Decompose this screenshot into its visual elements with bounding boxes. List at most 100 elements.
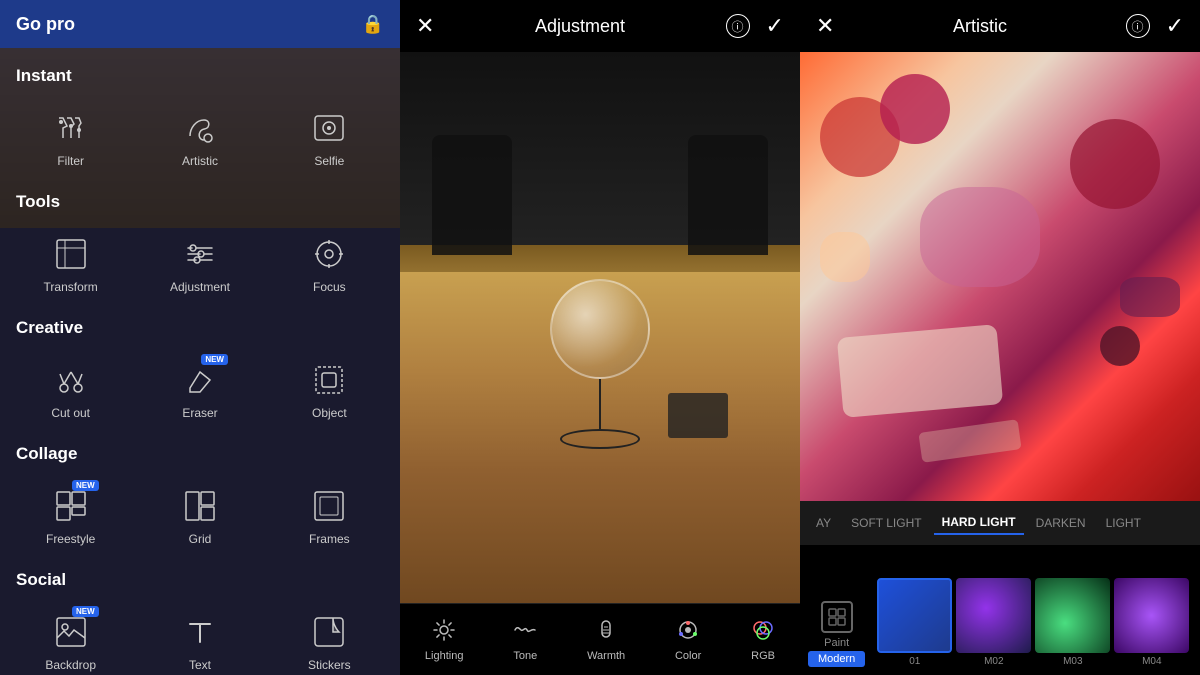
frames-tool[interactable]: Frames bbox=[267, 474, 392, 556]
transform-label: Transform bbox=[44, 280, 98, 294]
artistic-icon bbox=[182, 110, 218, 146]
focus-icon bbox=[311, 236, 347, 272]
tone-label: Tone bbox=[513, 650, 537, 662]
artistic-info-icon[interactable]: ⓘ bbox=[1126, 14, 1150, 38]
adjustment-info-icon[interactable]: ⓘ bbox=[726, 14, 750, 38]
instant-grid: Filter Artistic bbox=[0, 92, 400, 182]
stickers-icon bbox=[311, 614, 347, 650]
backdrop-tool[interactable]: NEW Backdrop bbox=[8, 600, 133, 675]
paint-stroke-3 bbox=[1070, 119, 1160, 209]
tone-tool[interactable]: Tone bbox=[505, 614, 545, 666]
artistic-tool[interactable]: Artistic bbox=[137, 96, 262, 178]
frames-icon bbox=[311, 488, 347, 524]
text-tool[interactable]: Text bbox=[137, 600, 262, 675]
artistic-close-icon[interactable]: ✕ bbox=[816, 13, 834, 39]
backdrop-new-badge: NEW bbox=[72, 606, 99, 617]
filter-m04-thumb bbox=[1114, 578, 1189, 653]
adjustment-close-icon[interactable]: ✕ bbox=[416, 13, 434, 39]
focus-icon-wrap bbox=[307, 232, 351, 276]
filter-label: Filter bbox=[57, 154, 84, 168]
grid-tool[interactable]: Grid bbox=[137, 474, 262, 556]
filter-m04[interactable]: M04 bbox=[1114, 578, 1189, 667]
warmth-label: Warmth bbox=[587, 650, 625, 662]
artistic-check-icon[interactable]: ✓ bbox=[1166, 13, 1184, 39]
warmth-tool[interactable]: Warmth bbox=[579, 614, 633, 666]
paint-category-label: Paint bbox=[824, 637, 849, 649]
left-panel: Go pro 🔒 Instant Filter bbox=[0, 0, 400, 675]
color-label: Color bbox=[675, 650, 701, 662]
frames-label: Frames bbox=[309, 532, 350, 546]
color-tool[interactable]: Color bbox=[667, 614, 709, 666]
focus-tool[interactable]: Focus bbox=[267, 222, 392, 304]
collage-section-label: Collage bbox=[0, 434, 400, 470]
artistic-icon-wrap bbox=[178, 106, 222, 150]
filter-m02[interactable]: M02 bbox=[956, 578, 1031, 667]
selfie-label: Selfie bbox=[314, 154, 344, 168]
freestyle-tool[interactable]: NEW Freestyle bbox=[8, 474, 133, 556]
artistic-header: ✕ Artistic ⓘ ✓ bbox=[800, 0, 1200, 52]
eraser-tool[interactable]: NEW Eraser bbox=[137, 348, 262, 430]
blend-darken[interactable]: DARKEN bbox=[1028, 512, 1094, 534]
adjustment-check-icon[interactable]: ✓ bbox=[766, 13, 784, 39]
lighting-icon bbox=[432, 618, 456, 648]
tools-section-label: Tools bbox=[0, 182, 400, 218]
rgb-icon bbox=[751, 618, 775, 648]
collage-grid: NEW Freestyle bbox=[0, 470, 400, 560]
object-tool[interactable]: Object bbox=[267, 348, 392, 430]
stickers-tool[interactable]: Stickers bbox=[267, 600, 392, 675]
stickers-label: Stickers bbox=[308, 658, 351, 672]
blend-toggle-icon[interactable] bbox=[821, 601, 853, 633]
text-icon bbox=[182, 614, 218, 650]
social-grid: NEW Backdrop Text bbox=[0, 596, 400, 675]
warmth-icon bbox=[594, 618, 618, 648]
rgb-tool[interactable]: RGB bbox=[743, 614, 783, 666]
globe-base bbox=[560, 429, 640, 449]
lighting-tool[interactable]: Lighting bbox=[417, 614, 472, 666]
filter-01[interactable]: 01 bbox=[877, 578, 952, 667]
paint-stroke-5 bbox=[837, 324, 1003, 418]
blend-hardlight[interactable]: HARD LIGHT bbox=[934, 511, 1024, 535]
text-label: Text bbox=[189, 658, 211, 672]
cutout-tool[interactable]: Cut out bbox=[8, 348, 133, 430]
adjustment-title: Adjustment bbox=[535, 16, 625, 37]
stickers-icon-wrap bbox=[307, 610, 351, 654]
blend-softlight[interactable]: SOFT LIGHT bbox=[843, 512, 929, 534]
text-icon-wrap bbox=[178, 610, 222, 654]
selfie-tool[interactable]: Selfie bbox=[267, 96, 392, 178]
go-pro-bar[interactable]: Go pro 🔒 bbox=[0, 0, 400, 48]
blend-day[interactable]: AY bbox=[808, 512, 839, 534]
transform-tool[interactable]: Transform bbox=[8, 222, 133, 304]
backdrop-label: Backdrop bbox=[45, 658, 96, 672]
filter-m03-thumb bbox=[1035, 578, 1110, 653]
filter-label-col: Paint Modern bbox=[800, 545, 873, 675]
paint-stroke-4 bbox=[920, 187, 1040, 287]
lock-icon: 🔒 bbox=[362, 14, 384, 35]
globe bbox=[550, 279, 650, 379]
tools-grid: Transform Adjustment bbox=[0, 218, 400, 308]
rgb-label: RGB bbox=[751, 650, 775, 662]
artistic-label: Artistic bbox=[182, 154, 218, 168]
filter-m03-label: M03 bbox=[1063, 656, 1082, 667]
filter-tool[interactable]: Filter bbox=[8, 96, 133, 178]
blend-light[interactable]: LIGHT bbox=[1098, 512, 1149, 534]
left-content: Instant Filter bbox=[0, 48, 400, 675]
grid-icon bbox=[182, 488, 218, 524]
focus-label: Focus bbox=[313, 280, 346, 294]
paint-detail-1 bbox=[820, 232, 870, 282]
freestyle-icon-wrap: NEW bbox=[49, 484, 93, 528]
eraser-icon bbox=[182, 362, 218, 398]
photo-background bbox=[400, 52, 800, 603]
globe-terrarium bbox=[550, 279, 650, 449]
tone-icon bbox=[513, 618, 537, 648]
go-pro-label: Go pro bbox=[16, 14, 75, 35]
paint-stroke-6 bbox=[918, 419, 1021, 463]
filter-m04-label: M04 bbox=[1142, 656, 1161, 667]
filter-m03[interactable]: M03 bbox=[1035, 578, 1110, 667]
lighting-label: Lighting bbox=[425, 650, 464, 662]
object-icon bbox=[311, 362, 347, 398]
paint-detail-2 bbox=[1120, 277, 1180, 317]
color-icon bbox=[676, 618, 700, 648]
scissors-icon bbox=[53, 362, 89, 398]
adjustment-tool[interactable]: Adjustment bbox=[137, 222, 262, 304]
filter-m02-label: M02 bbox=[984, 656, 1003, 667]
